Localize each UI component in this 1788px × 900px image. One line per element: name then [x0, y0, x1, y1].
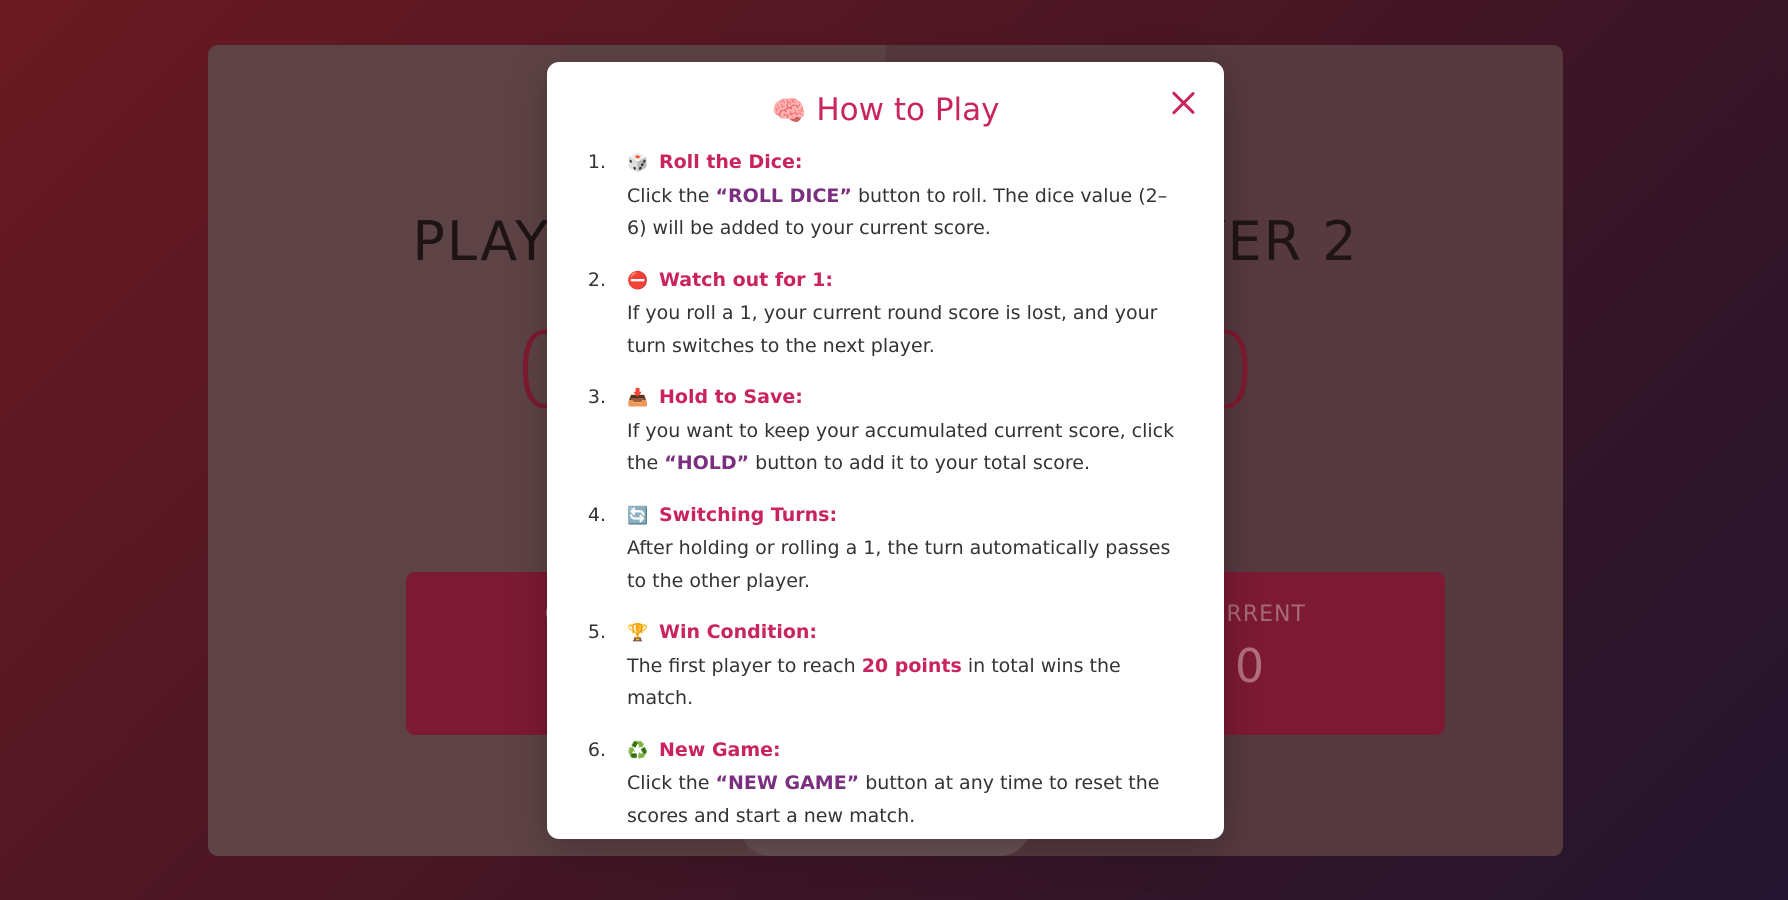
step-number: 6.: [587, 738, 606, 761]
step-heading: 🔄 Switching Turns:: [609, 499, 1186, 533]
step-text: The first player to reach: [627, 654, 862, 677]
how-to-play-modal: 🧠 How to Play 1. 🎲 Roll the Dice: Click th…: [547, 62, 1224, 839]
list-item: 5. 🏆 Win Condition: The first player to r…: [587, 616, 1186, 715]
list-item: 2. ⛔ Watch out for 1: If you roll a 1, yo…: [587, 264, 1186, 363]
list-item: 1. 🎲 Roll the Dice: Click the “ROLL DICE”…: [587, 146, 1186, 245]
step-title: Switching Turns:: [659, 503, 838, 526]
step-title: Roll the Dice:: [659, 151, 803, 173]
step-description: If you roll a 1, your current round scor…: [627, 302, 1158, 357]
step-title: Win Condition:: [659, 621, 818, 643]
list-item: 3. 📥 Hold to Save: If you want to keep yo…: [587, 381, 1186, 480]
step-number: 1.: [587, 151, 606, 173]
no-entry-icon: ⛔: [627, 270, 649, 291]
step-number: 4.: [587, 503, 606, 526]
brain-icon: 🧠: [771, 94, 807, 127]
step-heading: 🎲 Roll the Dice:: [609, 146, 1186, 180]
step-heading: 📥 Hold to Save:: [609, 381, 1186, 415]
close-icon[interactable]: [1168, 88, 1198, 118]
step-description: After holding or rolling a 1, the turn a…: [627, 537, 1171, 592]
step-heading: ♻️ New Game:: [609, 734, 1186, 768]
roll-dice-keyword: “ROLL DICE”: [715, 184, 852, 207]
step-title: New Game:: [659, 738, 781, 761]
new-game-keyword: “NEW GAME”: [715, 772, 860, 794]
modal-title: 🧠 How to Play: [547, 92, 1224, 128]
step-description: Click the “NEW GAME” button at any time …: [609, 767, 1186, 832]
step-text: Click the: [627, 184, 716, 207]
list-item: 4. 🔄 Switching Turns: After holding or ro…: [587, 499, 1186, 598]
hold-keyword: “HOLD”: [664, 452, 750, 474]
step-text: button to add it to your total score.: [749, 452, 1091, 474]
repeat-icon: 🔄: [627, 505, 649, 526]
dice-icon: 🎲: [627, 153, 649, 173]
step-heading: 🏆 Win Condition:: [609, 616, 1186, 650]
step-description: Click the “ROLL DICE” button to roll. Th…: [609, 180, 1186, 245]
step-description: The first player to reach 20 points in t…: [609, 650, 1186, 715]
recycle-icon: ♻️: [627, 740, 649, 761]
step-description: If you want to keep your accumulated cur…: [609, 415, 1186, 480]
step-title: Watch out for 1:: [659, 268, 833, 291]
list-item: 6. ♻️ New Game: Click the “NEW GAME” butt…: [587, 734, 1186, 833]
step-number: 3.: [587, 386, 606, 408]
inbox-tray-icon: 📥: [627, 388, 649, 408]
step-number: 2.: [587, 268, 606, 291]
step-text: Click the: [627, 772, 716, 794]
win-points-keyword: 20 points: [861, 654, 962, 677]
instructions-list: 1. 🎲 Roll the Dice: Click the “ROLL DICE”…: [587, 146, 1186, 851]
step-title: Hold to Save:: [659, 386, 803, 408]
trophy-icon: 🏆: [627, 623, 649, 643]
step-number: 5.: [587, 621, 606, 643]
step-heading: ⛔ Watch out for 1:: [609, 264, 1186, 298]
modal-title-text: How to Play: [816, 92, 1000, 128]
